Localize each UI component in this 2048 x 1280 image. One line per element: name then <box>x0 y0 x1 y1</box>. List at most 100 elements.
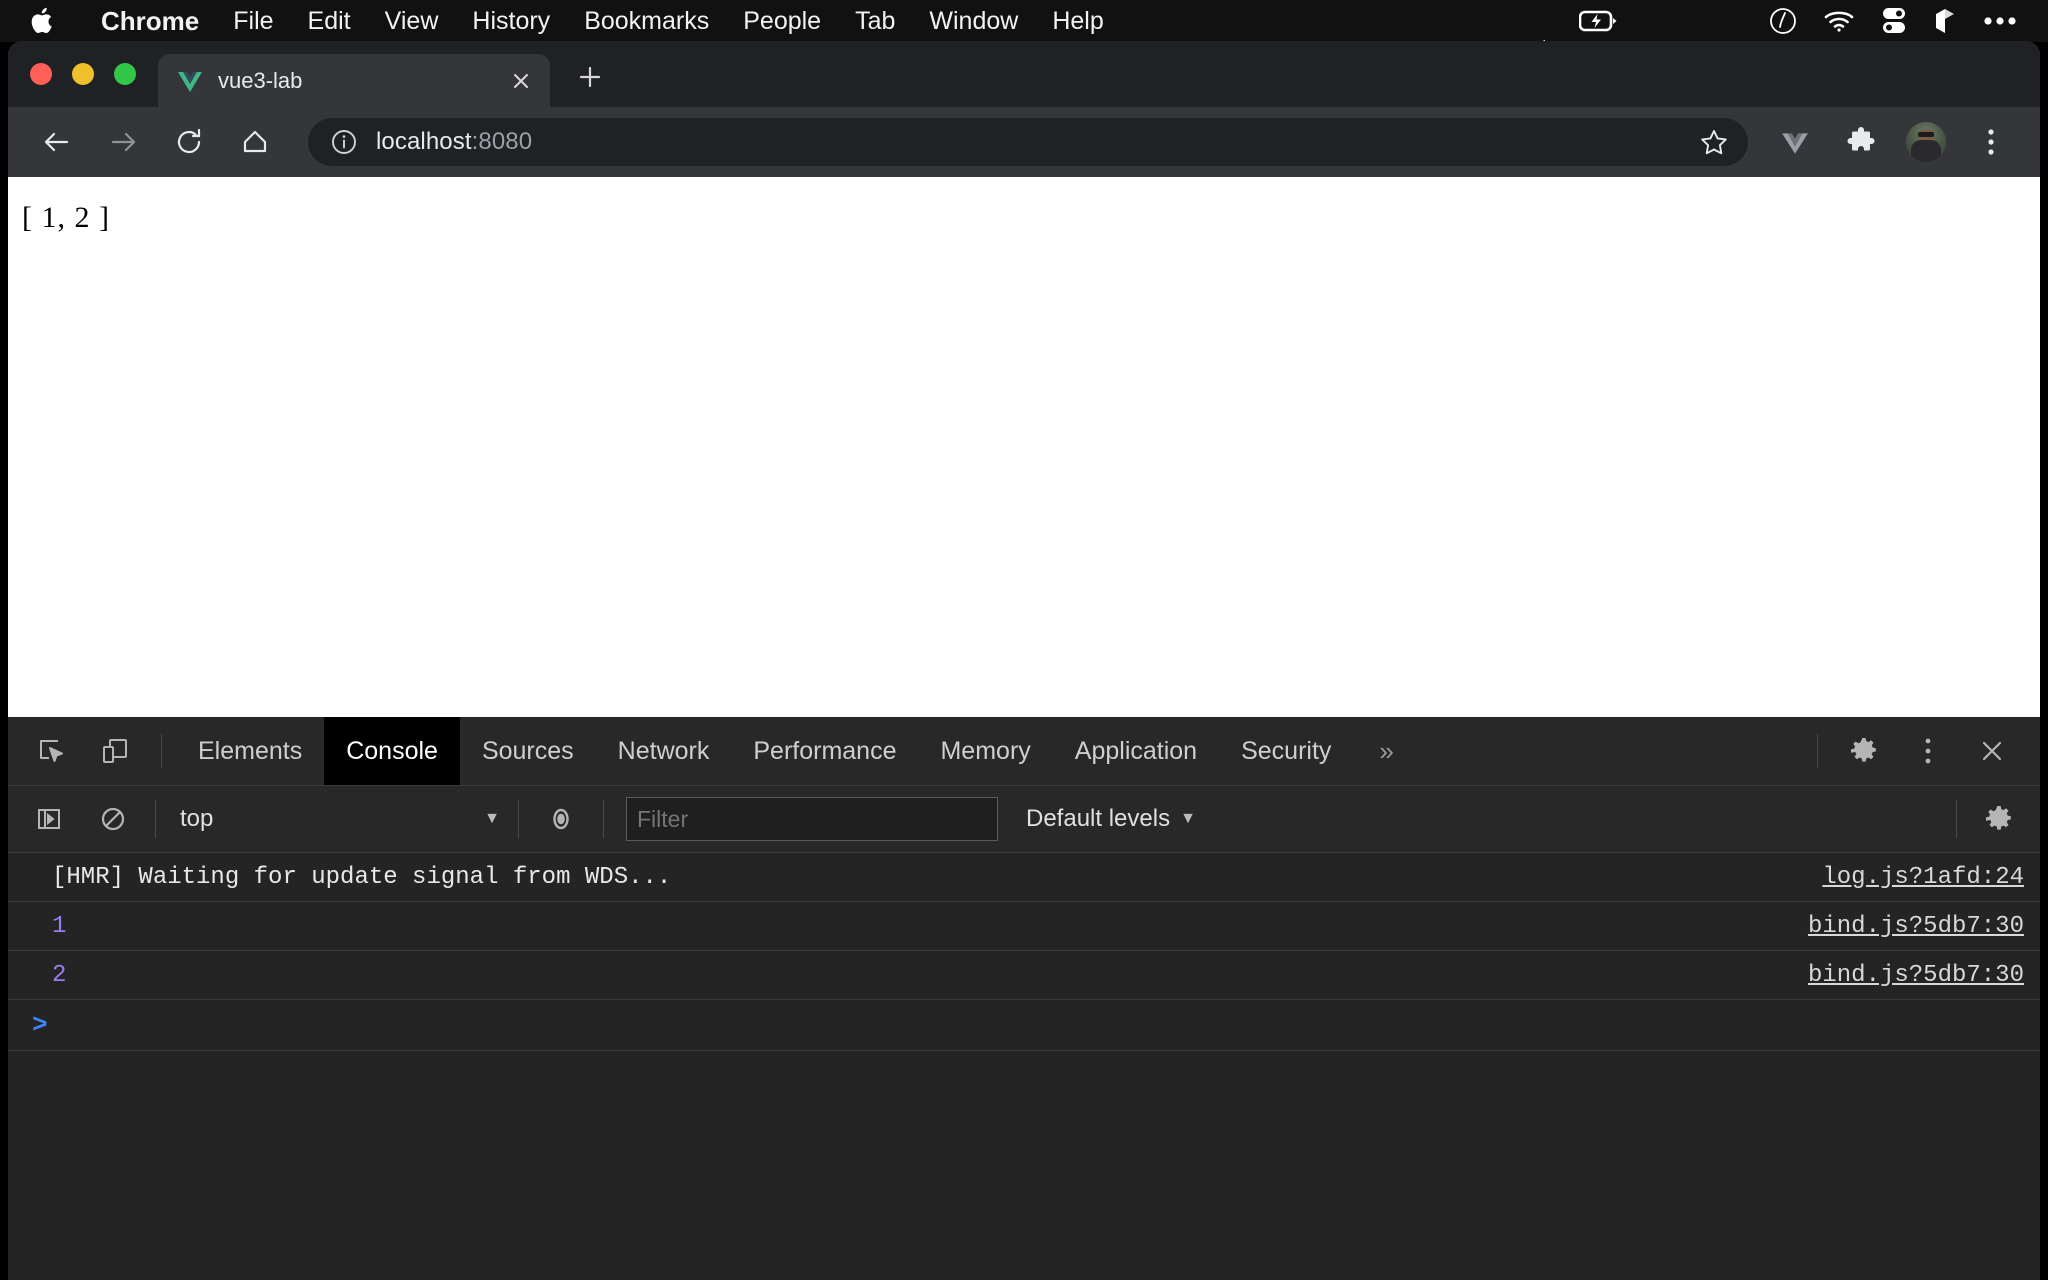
console-source-link[interactable]: bind.js?5db7:30 <box>1808 962 2024 989</box>
console-prompt-row[interactable]: > <box>8 1000 2040 1051</box>
console-sidebar-icon[interactable] <box>26 796 72 842</box>
log-levels-chevron-down-icon: ▼ <box>1180 810 1196 827</box>
info-circle-icon[interactable] <box>330 128 358 156</box>
console-context-selector[interactable]: top ▼ <box>166 796 508 842</box>
tab-application[interactable]: Application <box>1053 717 1219 785</box>
menu-people[interactable]: People <box>726 0 838 42</box>
menu-help[interactable]: Help <box>1035 0 1120 42</box>
console-prompt-chevron-icon: > <box>32 1010 48 1040</box>
console-toolbar: top ▼ Default levels ▼ <box>8 786 2040 853</box>
console-row-value-2[interactable]: 2 bind.js?5db7:30 <box>8 951 2040 1000</box>
screen: Chrome File Edit View History Bookmarks … <box>0 0 2048 1280</box>
address-bar-url: localhost:8080 <box>376 128 532 156</box>
home-icon[interactable] <box>233 120 277 164</box>
extension-icons <box>1762 120 2024 164</box>
close-window-button[interactable] <box>30 63 52 85</box>
menu-view[interactable]: View <box>368 0 456 42</box>
address-bar[interactable]: localhost:8080 <box>308 118 1748 166</box>
star-icon[interactable] <box>1692 120 1736 164</box>
page-viewport: [ 1, 2 ] <box>8 177 2040 717</box>
console-row-value-1[interactable]: 1 bind.js?5db7:30 <box>8 902 2040 951</box>
chevron-down-icon: ▼ <box>484 810 500 827</box>
tab-memory[interactable]: Memory <box>918 717 1052 785</box>
menu-edit[interactable]: Edit <box>291 0 368 42</box>
profile-avatar[interactable] <box>1906 122 1946 162</box>
apple-logo-icon[interactable] <box>30 6 56 36</box>
more-options-icon[interactable] <box>1905 728 1951 774</box>
window-traffic-lights <box>8 63 158 107</box>
page-content-text: [ 1, 2 ] <box>22 201 110 234</box>
memory-used-value: 15.61 GB <box>1670 0 1738 3</box>
console-toolbar-divider-4 <box>1956 800 1957 838</box>
devtools-tab-bar: Elements Console Sources Network Perform… <box>8 717 2040 786</box>
clear-console-icon[interactable] <box>90 796 136 842</box>
console-message-list: [HMR] Waiting for update signal from WDS… <box>8 853 2040 1280</box>
memory-used-label: U: <box>1644 0 1670 3</box>
macos-menu-bar: Chrome File Edit View History Bookmarks … <box>0 0 2048 56</box>
console-settings-gear-icon[interactable] <box>1976 796 2022 842</box>
reload-icon[interactable] <box>167 120 211 164</box>
url-port: :8080 <box>471 128 533 155</box>
maximize-window-button[interactable] <box>114 63 136 85</box>
gauge-icon[interactable] <box>1769 7 1797 35</box>
console-filter-input[interactable] <box>626 797 998 841</box>
vue-logo-icon <box>176 67 204 95</box>
browser-toolbar: localhost:8080 <box>8 107 2040 177</box>
close-devtools-icon[interactable] <box>1969 728 2015 774</box>
console-toolbar-divider-1 <box>155 800 156 838</box>
console-source-link[interactable]: bind.js?5db7:30 <box>1808 913 2024 940</box>
console-message-text: [HMR] Waiting for update signal from WDS… <box>52 863 672 891</box>
browser-tab-vue3-lab[interactable]: vue3-lab <box>158 54 550 107</box>
menu-bookmarks[interactable]: Bookmarks <box>567 0 726 42</box>
right-controls-divider <box>1817 734 1818 768</box>
device-toolbar-icon[interactable] <box>92 728 138 774</box>
console-toolbar-divider-2 <box>518 800 519 838</box>
tab-strip: vue3-lab <box>8 41 2040 107</box>
console-source-link[interactable]: log.js?1afd:24 <box>1822 864 2024 891</box>
url-host: localhost <box>376 128 472 155</box>
network-upload-speed: 2 KB/s <box>1500 0 1552 4</box>
arrow-left-icon[interactable] <box>35 120 79 164</box>
console-toolbar-right <box>1946 796 2040 842</box>
tab-console[interactable]: Console <box>324 717 460 785</box>
tab-sources[interactable]: Sources <box>460 717 596 785</box>
inspect-element-icon[interactable] <box>28 728 74 774</box>
ellipsis-icon[interactable] <box>1983 16 2017 26</box>
minimize-window-button[interactable] <box>72 63 94 85</box>
arrow-right-icon[interactable] <box>101 120 145 164</box>
menu-history[interactable]: History <box>455 0 567 42</box>
console-toolbar-divider-3 <box>603 800 604 838</box>
menu-tab[interactable]: Tab <box>838 0 912 42</box>
console-message-text: 2 <box>52 961 67 989</box>
vue-devtools-icon[interactable] <box>1773 120 1817 164</box>
devtools-right-controls <box>1803 728 2040 774</box>
menu-chrome[interactable]: Chrome <box>84 0 216 42</box>
avatar-body <box>1911 140 1941 162</box>
tab-security[interactable]: Security <box>1219 717 1353 785</box>
tab-title: vue3-lab <box>218 67 303 93</box>
avatar-glasses <box>1918 132 1934 138</box>
close-icon[interactable] <box>506 66 536 96</box>
devtools-panel: Elements Console Sources Network Perform… <box>8 717 2040 1280</box>
more-tabs-icon[interactable]: » <box>1353 717 1419 785</box>
eye-icon[interactable] <box>538 796 584 842</box>
menu-file[interactable]: File <box>216 0 290 42</box>
plus-icon[interactable] <box>572 59 608 95</box>
puzzle-icon[interactable] <box>1839 120 1883 164</box>
battery-charging-icon[interactable] <box>1579 9 1619 33</box>
three-dot-menu-icon[interactable] <box>1969 120 2013 164</box>
settings-gear-icon[interactable] <box>1841 728 1887 774</box>
console-context-value: top <box>180 805 214 832</box>
tab-network[interactable]: Network <box>596 717 732 785</box>
log-levels-label: Default levels <box>1026 805 1171 832</box>
console-row-hmr[interactable]: [HMR] Waiting for update signal from WDS… <box>8 853 2040 902</box>
tab-performance[interactable]: Performance <box>731 717 918 785</box>
dropbox-icon[interactable] <box>1933 7 1957 35</box>
console-message-text: 1 <box>52 912 67 940</box>
control-center-icon[interactable] <box>1881 7 1907 35</box>
menu-window[interactable]: Window <box>912 0 1035 42</box>
tab-elements[interactable]: Elements <box>176 717 324 785</box>
toolbar-divider <box>161 734 162 768</box>
wifi-icon[interactable] <box>1823 9 1855 33</box>
console-log-levels-selector[interactable]: Default levels ▼ <box>1010 805 1212 833</box>
